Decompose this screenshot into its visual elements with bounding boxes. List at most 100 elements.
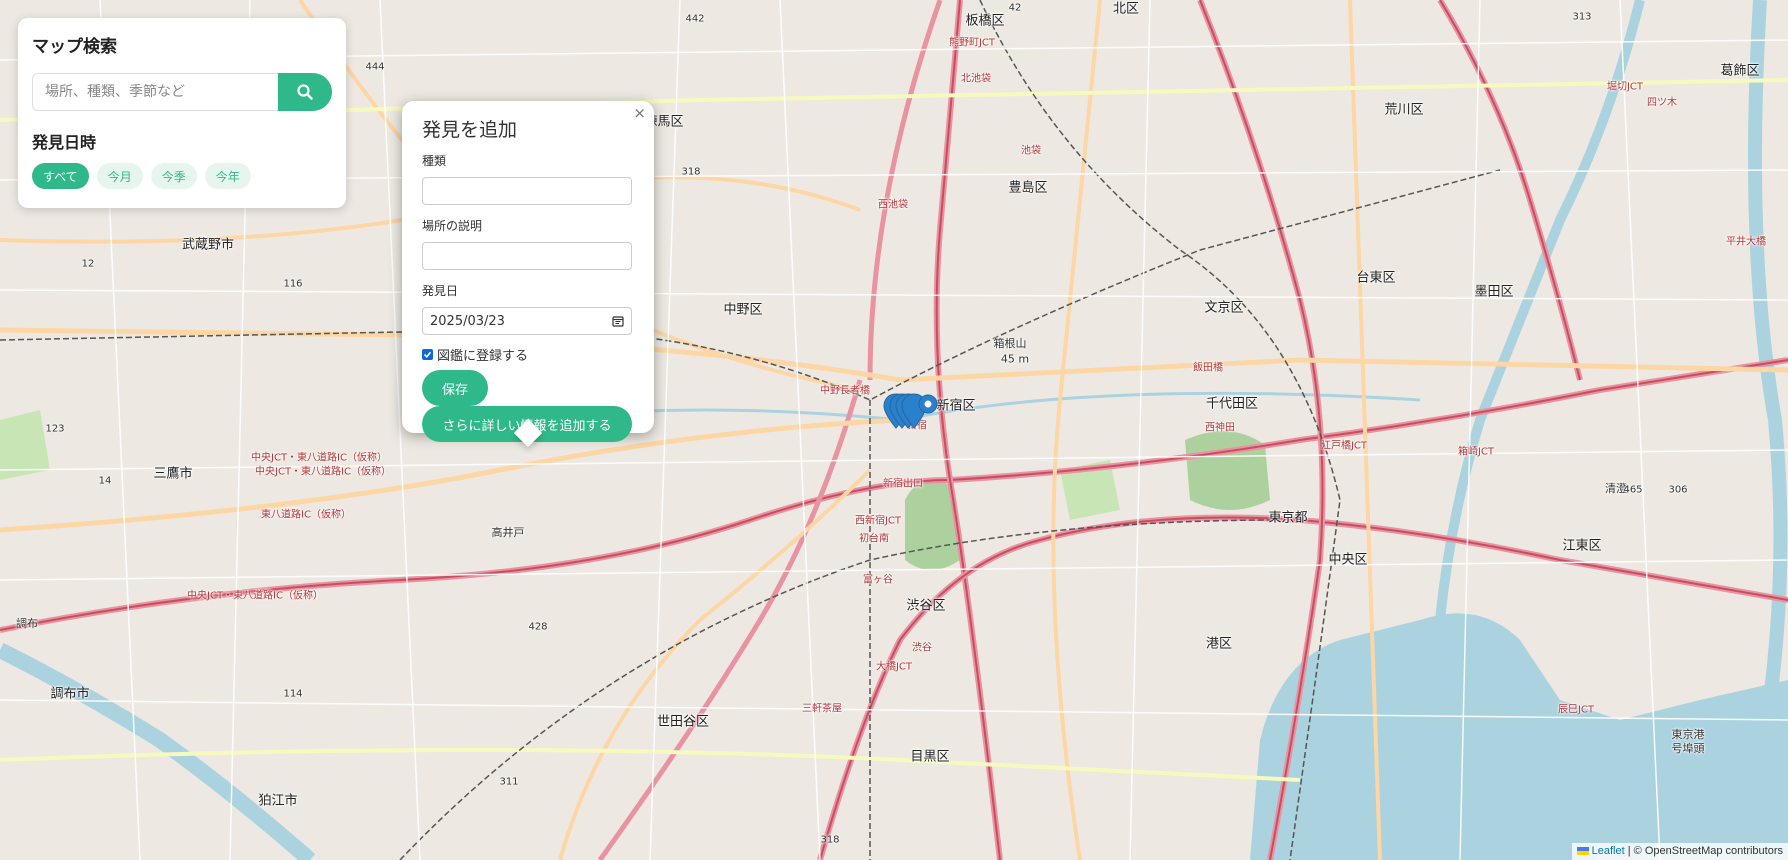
map-label-elevation: 45 m: [1000, 352, 1030, 366]
map-label-route: 465: [1623, 484, 1643, 496]
map-pin-icon: [883, 393, 938, 429]
map-label-ward: 渋谷区: [906, 598, 946, 614]
date-label: 発見日: [422, 284, 459, 298]
map-label-road: 平井大橋: [1726, 236, 1766, 248]
osm-attribution[interactable]: © OpenStreetMap contributors: [1634, 845, 1783, 857]
map-label-route: 428: [528, 621, 548, 633]
check-icon: [423, 351, 432, 358]
attribution-separator: |: [1624, 845, 1634, 857]
register-checkbox[interactable]: [422, 349, 433, 360]
popup-title: 発見を追加: [422, 119, 518, 141]
search-panel: マップ検索 発見日時 すべて 今月 今季 今年: [18, 18, 346, 208]
map-label-road: 江戸橋JCT: [1320, 440, 1368, 452]
map-label-road: 熊野町JCT: [948, 37, 996, 49]
map-label-ward: 北区: [1112, 1, 1140, 17]
map-label-road: 大橋JCT: [875, 661, 913, 673]
map-label-landmark: 箱根山: [993, 337, 1027, 350]
map-label-route: 14: [98, 475, 112, 487]
map-label-road: 西神田: [1205, 422, 1235, 434]
map-label-ward: 調布市: [50, 686, 90, 702]
map-label-route: 114: [283, 688, 303, 700]
map-label-road: 中央JCT・東八道路IC（仮称）: [251, 452, 387, 464]
map-label-road: 堀切JCT: [1606, 81, 1644, 93]
map-label-road: 富ヶ谷: [863, 574, 893, 586]
map-label-ward: 中央区: [1328, 552, 1368, 568]
map-label-ward: 中野区: [723, 302, 763, 318]
map-label-ward: 三鷹市: [153, 466, 193, 482]
map-label-route: 12: [81, 258, 95, 270]
map-label-route: 318: [820, 834, 840, 846]
ukraine-flag-icon: [1576, 847, 1589, 855]
map-label-ward: 荒川区: [1384, 102, 1424, 118]
close-icon[interactable]: ×: [633, 105, 646, 121]
register-label: 図鑑に登録する: [437, 349, 529, 364]
map-label-ward: 豊島区: [1008, 180, 1048, 196]
map-label-ward: 板橋区: [965, 13, 1005, 29]
map-label-road: 中野長者橋: [820, 385, 870, 397]
map-label-ward: 墨田区: [1474, 284, 1514, 300]
map-label-ward: 狛江市: [258, 793, 298, 809]
map-label-ward: 世田谷区: [656, 714, 710, 730]
map-label-route: 123: [45, 423, 65, 435]
search-button[interactable]: [278, 73, 332, 111]
map-label-route: 444: [365, 61, 385, 73]
map-label-road: 飯田橋: [1193, 362, 1223, 374]
type-field[interactable]: [422, 177, 632, 205]
date-filter-heading: 発見日時: [32, 133, 97, 152]
map-label-route: 318: [681, 166, 701, 178]
map-label-ward: 目黒区: [910, 749, 950, 765]
filter-chip-all[interactable]: すべて: [32, 163, 89, 189]
map-label-route: 313: [1572, 11, 1592, 23]
map-label-road: 新宿出口: [883, 478, 923, 490]
map-label-landmark: 高井戸: [491, 526, 525, 539]
type-label: 種類: [422, 154, 447, 168]
search-input[interactable]: [32, 73, 278, 111]
map-attribution: Leaflet | © OpenStreetMap contributors: [1571, 843, 1788, 860]
map-label-road: 中央JCT・東八道路IC（仮称）: [255, 466, 391, 478]
place-label: 場所の説明: [422, 219, 483, 233]
map-label-road: 四ツ木: [1647, 97, 1677, 109]
map-label-ward: 新宿区: [936, 398, 976, 414]
map-label-route: 42: [1008, 2, 1022, 14]
map-label-road: 西新宿JCT: [854, 515, 902, 527]
map-label-ward: 千代田区: [1205, 396, 1259, 412]
map-label-road: 箱崎JCT: [1457, 446, 1495, 458]
date-filter-chips: すべて 今月 今季 今年: [32, 163, 332, 189]
map-label-landmark: 調布: [16, 617, 38, 630]
add-discovery-popup: × 発見を追加 種類 場所の説明 発見日 2025/03/23 図鑑に登録する …: [402, 101, 654, 442]
map-label-route: 306: [1668, 484, 1688, 496]
map-label-ward: 港区: [1205, 636, 1233, 652]
place-field[interactable]: [422, 242, 632, 270]
filter-chip-this-season[interactable]: 今季: [150, 163, 197, 189]
map-label-route: 311: [499, 776, 519, 788]
map-label-road: 渋谷: [912, 642, 932, 654]
register-row: 図鑑に登録する: [422, 345, 634, 364]
calendar-icon[interactable]: [612, 315, 624, 327]
map-label-road: 三軒茶屋: [802, 703, 842, 715]
map-label-route: 116: [283, 278, 303, 290]
map-label-road: 池袋: [1021, 145, 1041, 157]
date-value: 2025/03/23: [430, 313, 505, 329]
search-row: [32, 73, 332, 111]
add-details-button[interactable]: さらに詳しい情報を追加する: [422, 406, 632, 442]
map-label-landmark: 号埠頭: [1671, 742, 1705, 755]
map-label-ward: 文京区: [1204, 300, 1244, 316]
date-field[interactable]: 2025/03/23: [422, 307, 632, 335]
marker-cluster[interactable]: [882, 390, 942, 430]
map-label-road: 北池袋: [961, 73, 991, 85]
map-label-road: 東八道路IC（仮称）: [261, 509, 351, 521]
map-label-ward: 江東区: [1562, 538, 1602, 554]
search-panel-title: マップ検索: [32, 37, 117, 57]
map-label-road: 西池袋: [878, 199, 908, 211]
save-button[interactable]: 保存: [422, 370, 488, 406]
map-label-ward: 葛飾区: [1720, 63, 1760, 79]
map-label-road: 辰巳JCT: [1557, 704, 1595, 716]
filter-chip-this-year[interactable]: 今年: [204, 163, 251, 189]
filter-chip-this-month[interactable]: 今月: [96, 163, 143, 189]
map-label-ward: 台東区: [1356, 270, 1396, 286]
map-label-ward: 武蔵野市: [181, 237, 235, 253]
map-label-road: 初台南: [859, 533, 889, 545]
map-label-road: 中央JCT・東八道路IC（仮称）: [187, 590, 323, 602]
leaflet-link[interactable]: Leaflet: [1592, 845, 1625, 857]
map-label-ward: 東京都: [1268, 510, 1308, 526]
